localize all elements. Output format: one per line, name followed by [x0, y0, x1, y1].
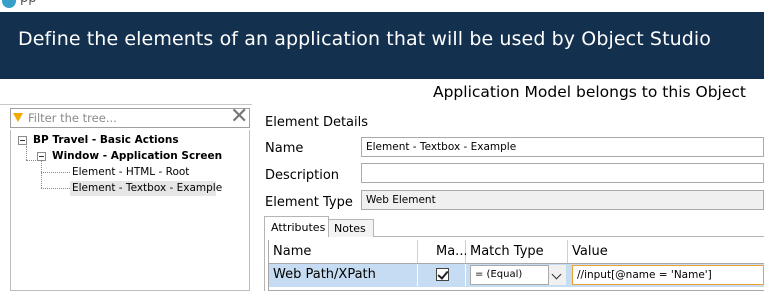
description-label: Description	[265, 168, 340, 183]
tree-line	[41, 188, 70, 189]
window-title: pp	[20, 0, 37, 6]
tab-attributes[interactable]: Attributes	[264, 216, 329, 237]
tree-line	[26, 160, 36, 161]
description-field[interactable]	[361, 163, 764, 183]
match-checkbox[interactable]	[436, 268, 449, 281]
row-name-cell[interactable]: Web Path/XPath	[269, 264, 418, 286]
tree-item-element[interactable]: Element - HTML - Root	[72, 166, 189, 178]
tree-item-root[interactable]: BP Travel - Basic Actions	[33, 134, 179, 146]
minus-box-icon[interactable]	[37, 152, 46, 161]
name-label: Name	[265, 141, 304, 156]
chevron-down-icon[interactable]	[548, 265, 566, 285]
funnel-icon	[13, 113, 23, 122]
column-header-match[interactable]: Ma...	[418, 240, 468, 263]
column-header-name[interactable]: Name	[269, 240, 418, 263]
section-heading: Element Details	[265, 115, 369, 130]
tree-item-window[interactable]: Window - Application Screen	[52, 150, 222, 162]
column-header-value[interactable]: Value	[568, 240, 764, 263]
tree-line	[41, 161, 42, 188]
filter-input[interactable]	[28, 110, 218, 126]
page-subtitle: Application Model belongs to this Object	[432, 83, 746, 101]
tree-item-element[interactable]: Element - Textbox - Example	[72, 182, 222, 194]
value-input[interactable]: //input[@name = 'Name']	[572, 265, 764, 285]
page-title: Define the elements of an application th…	[18, 28, 712, 50]
tab-notes[interactable]: Notes	[329, 219, 374, 237]
minus-box-icon[interactable]	[18, 136, 27, 145]
window-titlebar	[0, 0, 764, 12]
tree-line	[41, 172, 70, 173]
name-field[interactable]: Element - Textbox - Example	[361, 137, 764, 157]
element-type-label: Element Type	[265, 195, 353, 210]
column-header-match-type[interactable]: Match Type	[466, 240, 568, 263]
element-type-select[interactable]: Web Element	[361, 190, 764, 210]
tree-line	[26, 146, 27, 160]
close-icon[interactable]: ✕	[230, 105, 248, 129]
